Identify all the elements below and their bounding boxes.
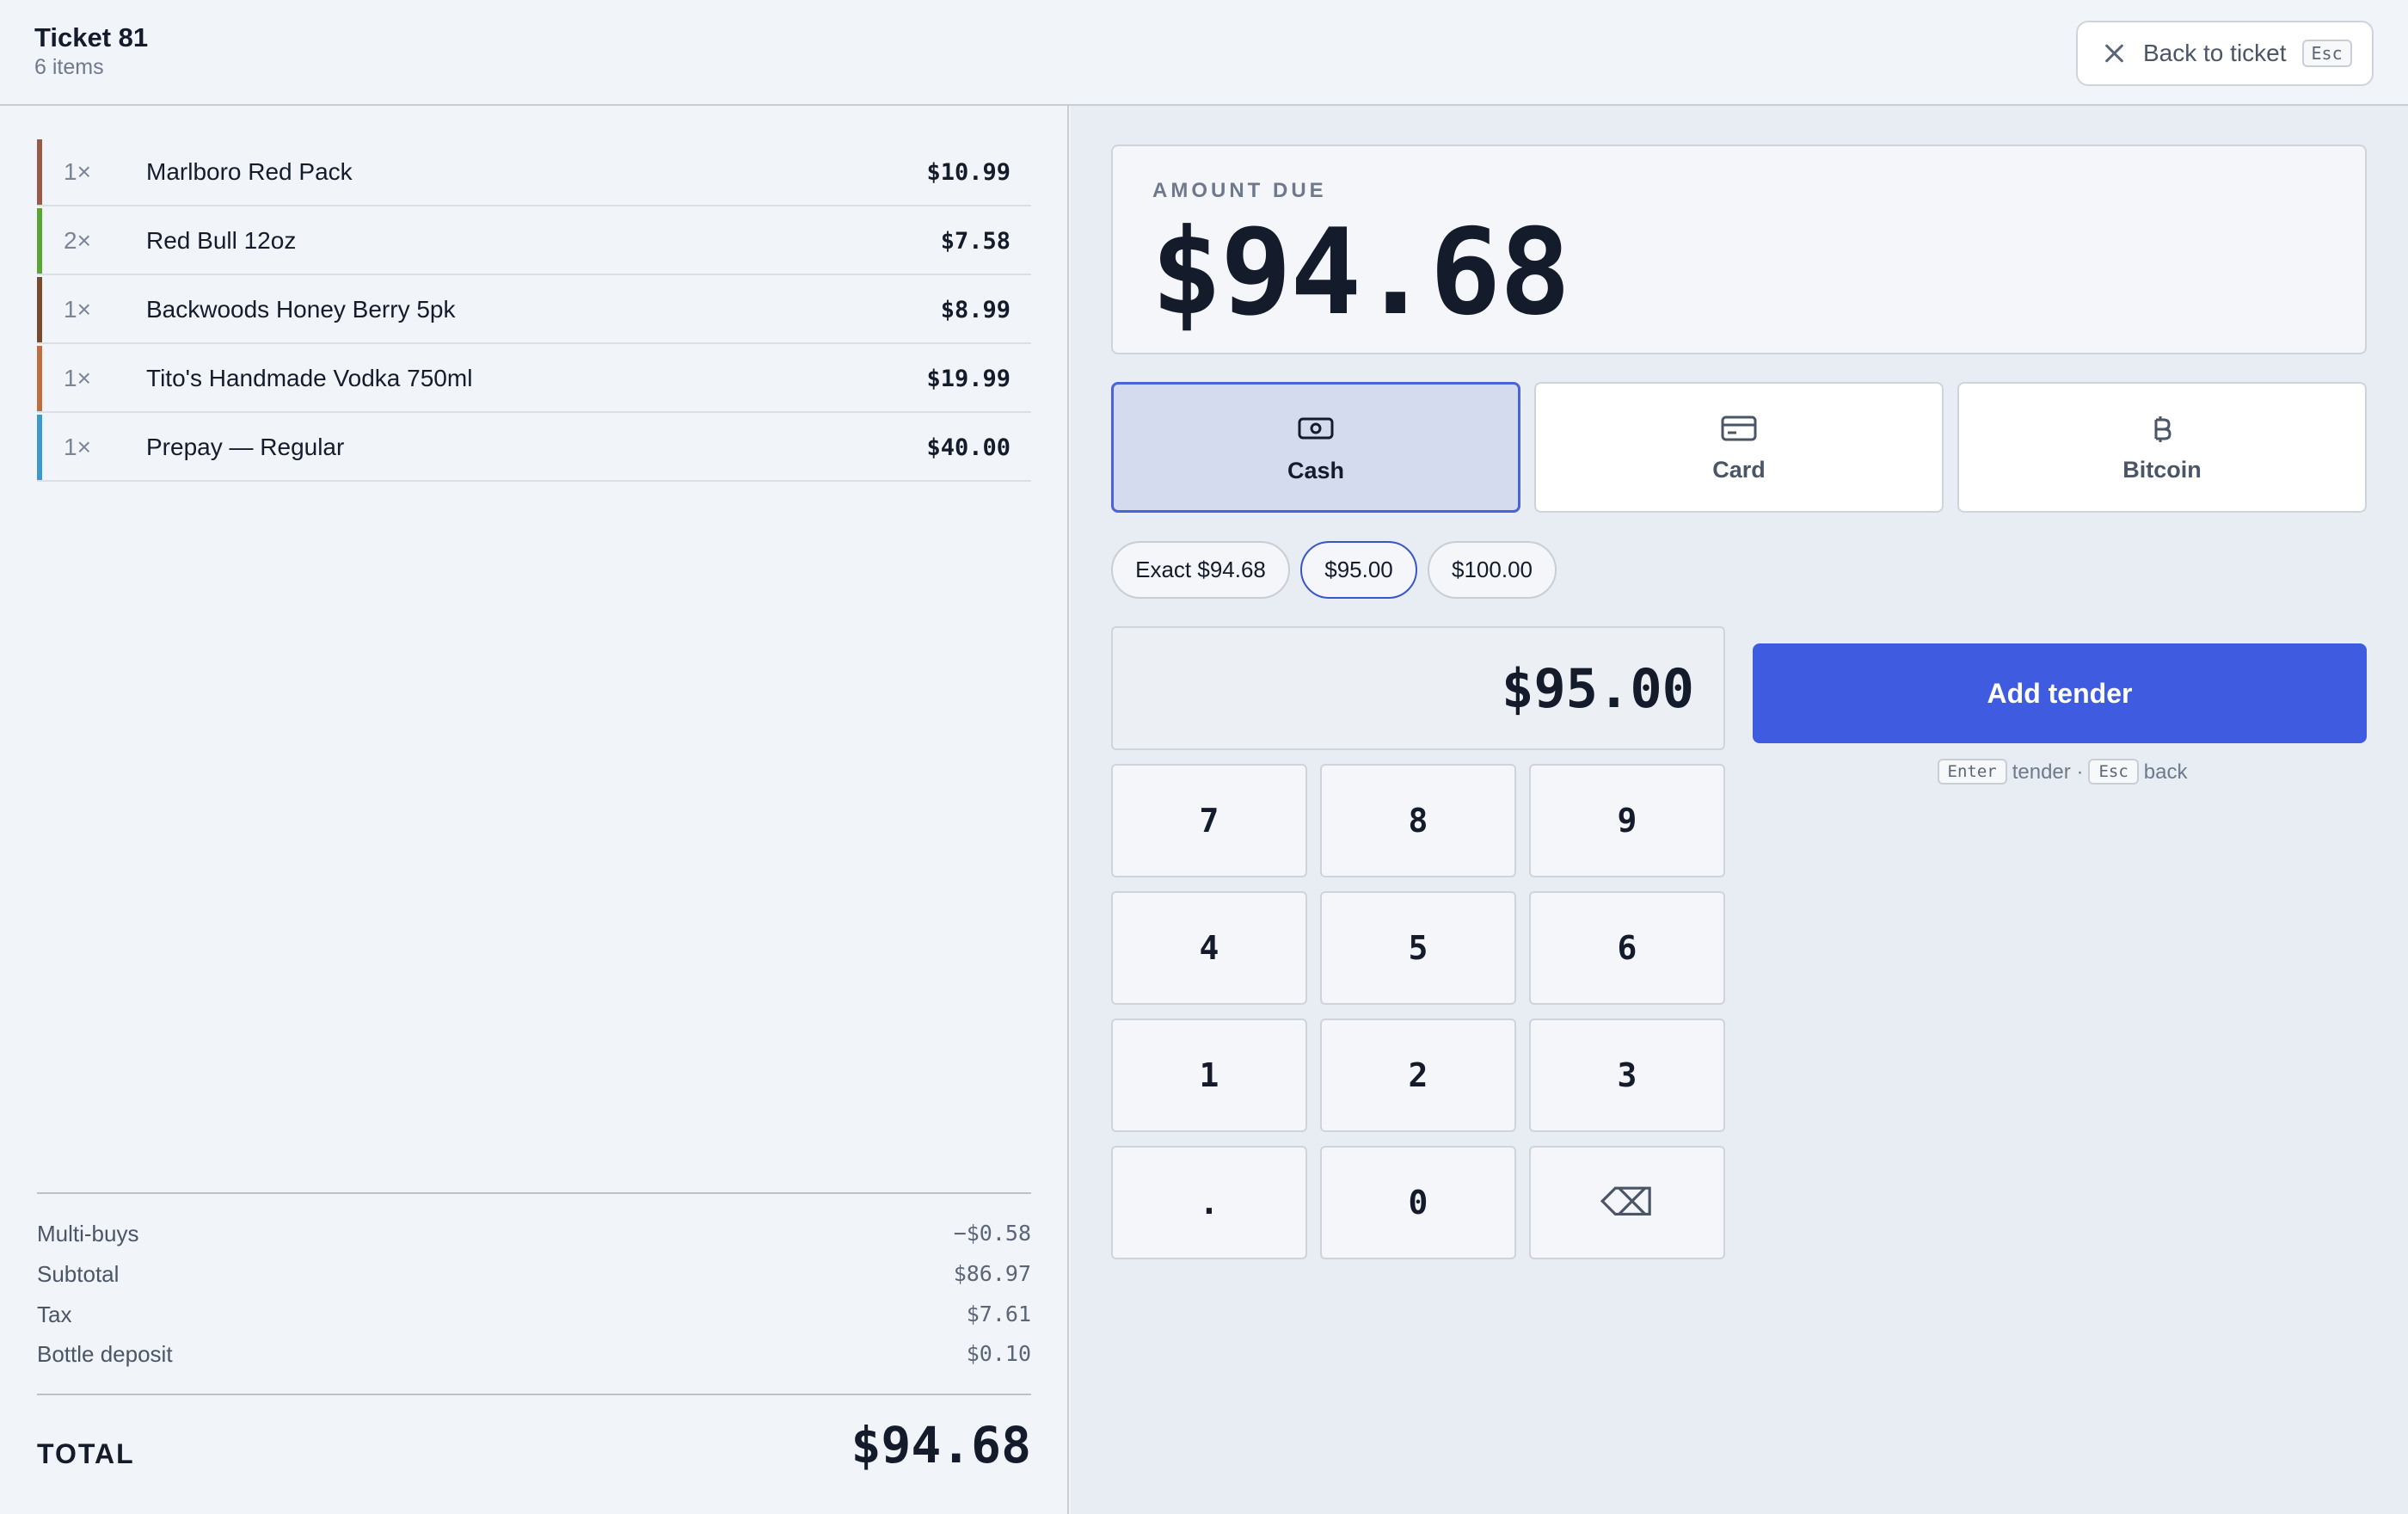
line-item[interactable]: 1× Marlboro Red Pack $10.99 bbox=[37, 139, 1031, 206]
payment-method-cash[interactable]: Cash bbox=[1111, 382, 1520, 513]
summary-row-subtotal: Subtotal $86.97 bbox=[37, 1261, 1031, 1296]
backspace-icon: ⌫ bbox=[1600, 1181, 1655, 1224]
line-item-price: $10.99 bbox=[926, 158, 1010, 186]
keypad-2[interactable]: 2 bbox=[1320, 1019, 1516, 1132]
quick-amount-100[interactable]: $100.00 bbox=[1428, 541, 1557, 599]
close-icon bbox=[2104, 43, 2124, 64]
payment-method-bitcoin[interactable]: Bitcoin bbox=[1957, 382, 2367, 513]
tender-amount-value: $95.00 bbox=[1502, 657, 1694, 720]
bitcoin-icon bbox=[2151, 415, 2173, 448]
quick-amount-exact[interactable]: Exact $94.68 bbox=[1111, 541, 1290, 599]
category-color-bar bbox=[37, 208, 42, 274]
line-item-price: $7.58 bbox=[940, 227, 1010, 255]
category-color-bar bbox=[37, 277, 42, 342]
header-bar: Ticket 81 6 items Back to ticket Esc bbox=[0, 0, 2408, 106]
total-value: $94.68 bbox=[851, 1416, 1031, 1474]
summary-row-tax: Tax $7.61 bbox=[37, 1302, 1031, 1336]
line-item-name: Backwoods Honey Berry 5pk bbox=[146, 296, 456, 323]
total-label: TOTAL bbox=[37, 1438, 135, 1469]
summary-label: Subtotal bbox=[37, 1261, 120, 1287]
summary-value: $0.10 bbox=[966, 1341, 1031, 1366]
line-item-name: Marlboro Red Pack bbox=[146, 158, 353, 185]
ticket-title: Ticket 81 bbox=[34, 22, 149, 52]
keypad-4[interactable]: 4 bbox=[1111, 891, 1307, 1005]
line-item-price: $19.99 bbox=[926, 365, 1010, 392]
line-item[interactable]: 1× Prepay — Regular $40.00 bbox=[37, 415, 1031, 482]
summary-row-deposit: Bottle deposit $0.10 bbox=[37, 1341, 1031, 1376]
keyboard-hint: Enter tender · Esc back bbox=[1753, 759, 2367, 785]
line-item-qty: 2× bbox=[64, 227, 91, 254]
cash-icon bbox=[1298, 415, 1334, 446]
line-item-name: Tito's Handmade Vodka 750ml bbox=[146, 365, 473, 391]
summary-row-multibuys: Multi-buys −$0.58 bbox=[37, 1221, 1031, 1255]
keypad-9[interactable]: 9 bbox=[1529, 764, 1725, 877]
amount-due-value: $94.68 bbox=[1151, 203, 1570, 342]
esc-hint-text: back bbox=[2143, 760, 2188, 784]
payment-method-label: Card bbox=[1712, 457, 1766, 483]
payment-method-card[interactable]: Card bbox=[1534, 382, 1944, 513]
quick-amount-95[interactable]: $95.00 bbox=[1300, 541, 1417, 599]
total-divider bbox=[37, 1394, 1031, 1395]
category-color-bar bbox=[37, 139, 42, 205]
enter-key-hint: Enter bbox=[1937, 759, 2007, 785]
amount-due-card: AMOUNT DUE $94.68 bbox=[1111, 145, 2367, 354]
amount-due-label: AMOUNT DUE bbox=[1152, 179, 1327, 202]
payment-method-label: Bitcoin bbox=[2122, 457, 2202, 483]
line-item-price: $40.00 bbox=[926, 434, 1010, 461]
line-item-name: Red Bull 12oz bbox=[146, 227, 297, 254]
esc-key-hint: Esc bbox=[2088, 759, 2139, 785]
back-to-ticket-label: Back to ticket bbox=[2143, 40, 2287, 66]
keypad-5[interactable]: 5 bbox=[1320, 891, 1516, 1005]
keypad-6[interactable]: 6 bbox=[1529, 891, 1725, 1005]
line-item-qty: 1× bbox=[64, 365, 91, 391]
add-tender-button[interactable]: Add tender bbox=[1753, 643, 2367, 743]
summary-label: Multi-buys bbox=[37, 1221, 139, 1246]
line-item-qty: 1× bbox=[64, 158, 91, 185]
ticket-item-count: 6 items bbox=[34, 55, 104, 79]
line-item[interactable]: 1× Tito's Handmade Vodka 750ml $19.99 bbox=[37, 346, 1031, 413]
line-item[interactable]: 2× Red Bull 12oz $7.58 bbox=[37, 208, 1031, 275]
summary-label: Tax bbox=[37, 1302, 72, 1327]
tender-amount-display: $95.00 bbox=[1111, 626, 1725, 750]
keypad-7[interactable]: 7 bbox=[1111, 764, 1307, 877]
line-item-qty: 1× bbox=[64, 296, 91, 323]
category-color-bar bbox=[37, 346, 42, 411]
summary-value: $7.61 bbox=[966, 1302, 1031, 1326]
line-item-qty: 1× bbox=[64, 434, 91, 460]
summary-divider bbox=[37, 1192, 1031, 1194]
keypad-0[interactable]: 0 bbox=[1320, 1146, 1516, 1259]
keypad-3[interactable]: 3 bbox=[1529, 1019, 1725, 1132]
line-item-name: Prepay — Regular bbox=[146, 434, 345, 460]
keypad-backspace[interactable]: ⌫ bbox=[1529, 1146, 1725, 1259]
line-item[interactable]: 1× Backwoods Honey Berry 5pk $8.99 bbox=[37, 277, 1031, 344]
line-item-price: $8.99 bbox=[940, 296, 1010, 323]
card-icon bbox=[1721, 415, 1757, 446]
category-color-bar bbox=[37, 415, 42, 480]
summary-value: −$0.58 bbox=[953, 1221, 1031, 1246]
esc-key-hint: Esc bbox=[2301, 40, 2352, 67]
back-to-ticket-button[interactable]: Back to ticket Esc bbox=[2076, 21, 2374, 86]
keypad-1[interactable]: 1 bbox=[1111, 1019, 1307, 1132]
keypad-8[interactable]: 8 bbox=[1320, 764, 1516, 877]
enter-hint-text: tender · bbox=[2012, 760, 2084, 784]
payment-method-label: Cash bbox=[1287, 458, 1345, 483]
summary-value: $86.97 bbox=[953, 1261, 1031, 1286]
summary-label: Bottle deposit bbox=[37, 1341, 173, 1367]
keypad-decimal[interactable]: . bbox=[1111, 1146, 1307, 1259]
